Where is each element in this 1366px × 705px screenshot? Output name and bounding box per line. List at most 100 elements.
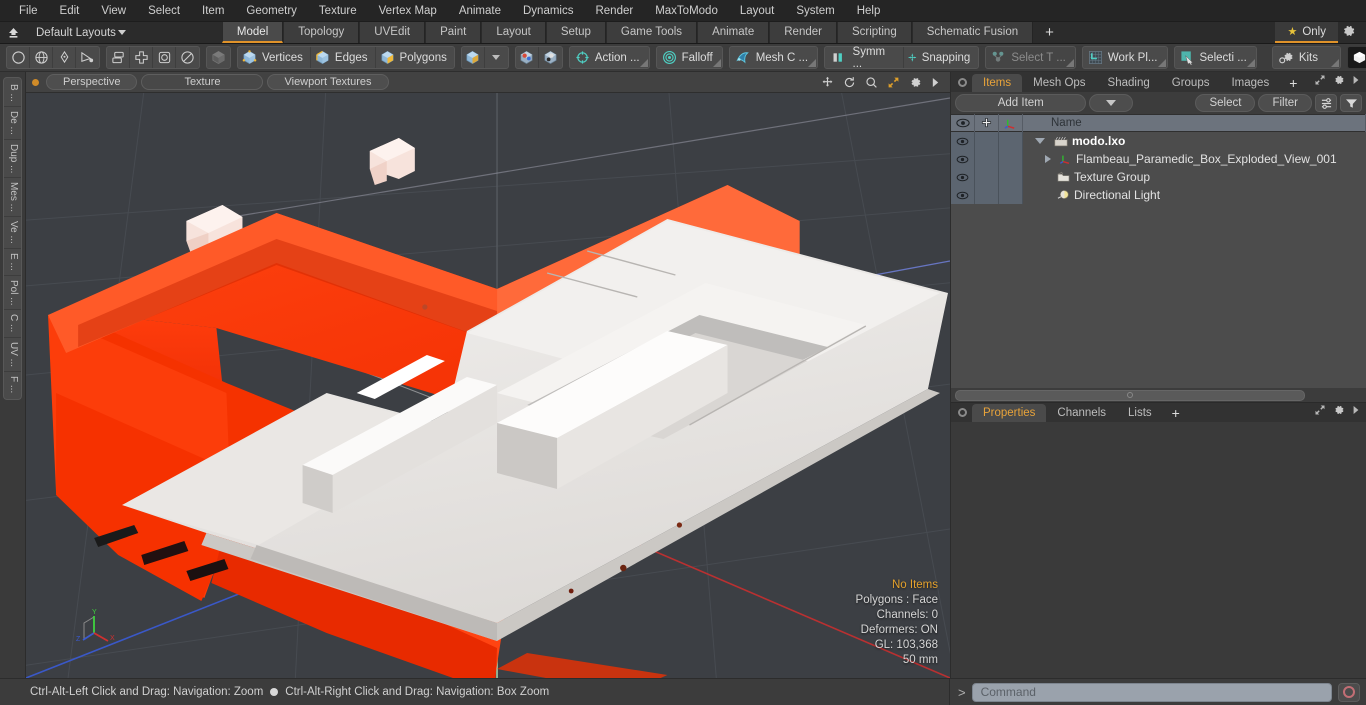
add-item-dropdown[interactable] [1089, 94, 1134, 112]
left-tab-duplicate[interactable]: Dup ... [4, 140, 21, 179]
column-header-name[interactable]: Name [1023, 114, 1366, 132]
tab-layout[interactable]: Layout [481, 22, 546, 43]
move-icon[interactable] [821, 76, 834, 89]
left-tab-fusion[interactable]: F ... [4, 372, 21, 397]
row-axis-cell[interactable] [999, 150, 1023, 168]
viewport-shading-texture[interactable]: Texture [141, 74, 264, 90]
panel-tab-groups[interactable]: Groups [1161, 74, 1221, 92]
menu-item-render[interactable]: Render [584, 0, 644, 22]
panel-indicator-icon[interactable] [958, 78, 967, 87]
menu-item-file[interactable]: File [8, 0, 49, 22]
row-axis-cell[interactable] [999, 168, 1023, 186]
menu-item-system[interactable]: System [785, 0, 845, 22]
ellipse-icon[interactable] [176, 47, 199, 68]
left-tab-mesh[interactable]: Mes ... [4, 178, 21, 218]
items-mode-dropdown[interactable] [485, 47, 508, 68]
tab-uvedit[interactable]: UVEdit [359, 22, 426, 43]
row-lock-cell[interactable] [975, 168, 999, 186]
mode-edges-button[interactable]: Edges [311, 47, 376, 68]
left-tab-curve[interactable]: C ... [4, 310, 21, 338]
item-tree[interactable]: modo.lxo Flambeau_Paramedic_Box_Exploded… [951, 132, 1366, 388]
panel-tab-items[interactable]: Items [972, 74, 1023, 92]
selection-set-button[interactable]: Selecti ... [1173, 46, 1257, 69]
panel-tab-properties[interactable]: Properties [972, 404, 1047, 422]
panel-tab-images[interactable]: Images [1220, 74, 1280, 92]
dark-cube-icon[interactable] [206, 46, 231, 69]
filter-funnel-icon[interactable] [1340, 94, 1362, 112]
layout-preset-label[interactable]: Default Layouts [26, 27, 122, 39]
command-input[interactable] [971, 682, 1332, 702]
row-lock-cell[interactable] [975, 186, 999, 204]
chevron-down-icon[interactable] [117, 30, 126, 35]
viewport-textures-button[interactable]: Viewport Textures [267, 74, 389, 90]
table-row[interactable]: Texture Group [951, 168, 1366, 186]
row-lock-cell[interactable] [975, 132, 999, 150]
chevron-right-icon[interactable] [1352, 405, 1360, 418]
lock-plus-icon[interactable] [975, 114, 999, 132]
expand-triangle-icon[interactable] [1035, 138, 1045, 144]
tab-animate[interactable]: Animate [697, 22, 770, 43]
table-row[interactable]: Directional Light [951, 186, 1366, 204]
panel-add-tab-button[interactable]: + [1280, 74, 1306, 92]
menu-item-help[interactable]: Help [846, 0, 892, 22]
work-plane-button[interactable]: Work Pl... [1081, 46, 1168, 69]
gear-icon[interactable] [1333, 74, 1345, 89]
kits-button[interactable]: Kits [1271, 46, 1341, 69]
rotate-icon[interactable] [843, 76, 856, 89]
add-tab-button[interactable]: + [1033, 22, 1066, 43]
tree-item-scene[interactable]: modo.lxo [1023, 134, 1366, 148]
zoom-icon[interactable] [865, 76, 878, 89]
menu-item-layout[interactable]: Layout [729, 0, 786, 22]
menu-item-select[interactable]: Select [137, 0, 191, 22]
pivot-cube-icon[interactable] [516, 47, 539, 68]
pivot-alt-cube-icon[interactable] [539, 47, 562, 68]
menu-item-vertex-map[interactable]: Vertex Map [368, 0, 448, 22]
modo-logo-icon[interactable] [1346, 46, 1366, 69]
eye-icon[interactable] [951, 114, 975, 132]
3d-viewport[interactable]: Y X Z No Items Polygons : Face Channels:… [26, 93, 950, 678]
circle-icon[interactable] [7, 47, 30, 68]
left-tab-uv[interactable]: UV ... [4, 338, 21, 372]
left-tab-basic[interactable]: B ... [4, 80, 21, 107]
properties-add-tab-button[interactable]: + [1163, 404, 1189, 422]
left-tab-polygon[interactable]: Pol ... [4, 276, 21, 311]
menu-item-dynamics[interactable]: Dynamics [512, 0, 584, 22]
expand-icon[interactable] [1314, 404, 1326, 419]
gear-icon[interactable] [1338, 24, 1360, 41]
menu-item-item[interactable]: Item [191, 0, 235, 22]
mesh-constraint-button[interactable]: Mesh C ... [728, 46, 819, 69]
menu-item-geometry[interactable]: Geometry [235, 0, 308, 22]
expand-icon[interactable] [1314, 74, 1326, 89]
rounded-square-icon[interactable] [153, 47, 176, 68]
gear-icon[interactable] [909, 76, 922, 89]
pen-icon[interactable] [53, 47, 76, 68]
tree-item-texture-group[interactable]: Texture Group [1023, 170, 1366, 184]
table-row[interactable]: Flambeau_Paramedic_Box_Exploded_View_001 [951, 150, 1366, 168]
row-visibility-toggle[interactable] [951, 168, 975, 186]
item-tree-hscrollbar[interactable] [951, 388, 1366, 402]
menu-item-edit[interactable]: Edit [49, 0, 91, 22]
action-center-button[interactable]: Action ... [568, 46, 650, 69]
curve-icon[interactable] [76, 47, 99, 68]
falloff-button[interactable]: Falloff [655, 46, 723, 69]
properties-indicator-icon[interactable] [958, 408, 967, 417]
expand-icon[interactable] [887, 76, 900, 89]
add-item-button[interactable]: Add Item [955, 94, 1087, 112]
left-tab-edge[interactable]: E ... [4, 249, 21, 276]
tab-setup[interactable]: Setup [545, 22, 606, 43]
globe-icon[interactable] [30, 47, 53, 68]
left-tab-deform[interactable]: De ... [4, 107, 21, 140]
select-through-button[interactable]: Select T ... [985, 46, 1076, 69]
tab-model[interactable]: Model [221, 22, 284, 43]
snapping-button[interactable]: Snapping [904, 47, 978, 68]
list-options-icon[interactable] [1315, 94, 1337, 112]
menu-item-animate[interactable]: Animate [448, 0, 512, 22]
row-axis-cell[interactable] [999, 186, 1023, 204]
left-tab-vertex[interactable]: Ve ... [4, 217, 21, 249]
menu-item-maxtomodo[interactable]: MaxToModo [644, 0, 729, 22]
filter-button[interactable]: Filter [1258, 94, 1312, 112]
collapse-triangle-icon[interactable] [1045, 155, 1051, 163]
viewport-indicator-icon[interactable] [32, 78, 39, 86]
mode-vertices-button[interactable]: Vertices [238, 47, 311, 68]
row-visibility-toggle[interactable] [951, 186, 975, 204]
